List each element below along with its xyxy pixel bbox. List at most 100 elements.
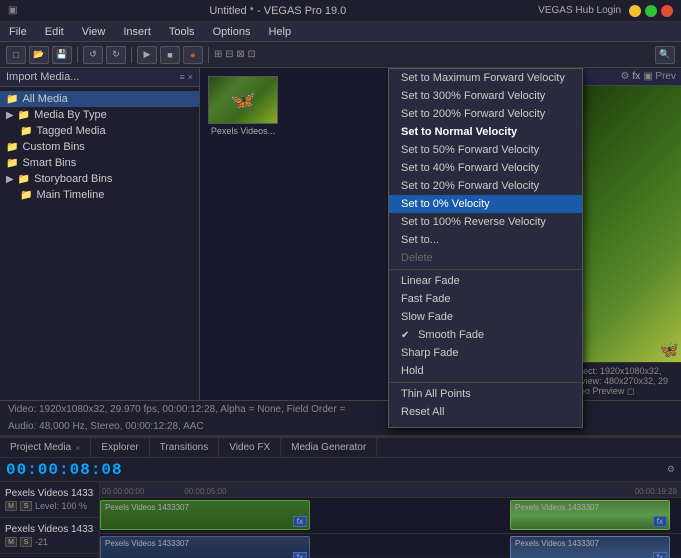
tree-item-custom-bins[interactable]: 📁 Custom Bins	[0, 139, 199, 155]
tab-video-fx[interactable]: Video FX	[219, 438, 281, 457]
media-tree: 📁 All Media ▶ 📁 Media By Type 📁 Tagged M…	[0, 87, 199, 400]
title-bar: ▣ Untitled * - VEGAS Pro 19.0 VEGAS Hub …	[0, 0, 681, 22]
track-label-2: Pexels Videos 1433307 M S -21	[0, 518, 99, 554]
preview-info-line3: Video Preview ◻	[567, 386, 676, 397]
ruler-mark-1: 00:00:05:00	[184, 487, 226, 496]
tree-item-all-media[interactable]: 📁 All Media	[0, 91, 199, 107]
right-panel-icon-gear[interactable]: ⚙	[620, 71, 629, 82]
timeline-ruler: 00:00:00:00 00:00:05:00 00:00:19:29	[100, 482, 681, 498]
ctx-20-fwd[interactable]: Set to 20% Forward Velocity	[389, 177, 582, 195]
clip-4-fx[interactable]: fx	[653, 552, 667, 558]
ctx-sharp-fade[interactable]: Sharp Fade	[389, 344, 582, 362]
track-1-solo[interactable]: S	[20, 501, 32, 511]
timeline-tabs: Project Media × Explorer Transitions Vid…	[0, 438, 681, 458]
track-2-controls: M S -21	[5, 537, 94, 547]
save-btn[interactable]: 💾	[52, 46, 72, 64]
search-btn[interactable]: 🔍	[655, 46, 675, 64]
expand-icon-2: ▶	[6, 174, 14, 185]
ctx-thin-all[interactable]: Reset All	[389, 403, 582, 421]
folder-icon-6: 📁	[18, 174, 30, 185]
menu-help[interactable]: Help	[263, 25, 296, 39]
clip-2[interactable]: Pexels Videos 1433307 fx	[510, 500, 670, 530]
ctx-linear-fade[interactable]: Linear Fade	[389, 272, 582, 290]
new-btn[interactable]: □	[6, 46, 26, 64]
track-label-1: Pexels Videos 1433307 M S Level: 100 %	[0, 482, 99, 518]
tab-explorer[interactable]: Explorer	[91, 438, 149, 457]
toolbar-extra: ⊞ ⊟ ⊠ ⊡	[214, 49, 256, 60]
tab-transitions[interactable]: Transitions	[150, 438, 220, 457]
folder-icon-7: 📁	[20, 190, 32, 201]
folder-icon-4: 📁	[6, 142, 18, 153]
clip-4[interactable]: Pexels Videos 1433307 fx	[510, 536, 670, 558]
ctx-smooth-fade[interactable]: ✔ Smooth Fade	[389, 326, 582, 344]
tab-close-icon[interactable]: ×	[75, 443, 80, 453]
maximize-btn[interactable]	[645, 5, 657, 17]
stop-btn[interactable]: ■	[160, 46, 180, 64]
tree-item-smart-bins[interactable]: 📁 Smart Bins	[0, 155, 199, 171]
undo-btn[interactable]: ↺	[83, 46, 103, 64]
timeline-icon-settings[interactable]: ⚙	[667, 464, 675, 475]
ctx-reset-all[interactable]	[389, 421, 582, 427]
clip-1-fx[interactable]: fx	[293, 516, 307, 527]
ctx-40-fwd[interactable]: Set to 40% Forward Velocity	[389, 159, 582, 177]
right-panel-icon-prev[interactable]: ▣ Prev	[643, 71, 676, 82]
menu-file[interactable]: File	[4, 25, 32, 39]
status-line1: Video: 1920x1080x32, 29.970 fps, 00:00:1…	[8, 404, 345, 415]
media-thumb-item[interactable]: 🦋 Pexels Videos...	[208, 76, 278, 136]
ctx-50-fwd[interactable]: Set to 50% Forward Velocity	[389, 141, 582, 159]
ctx-200-fwd[interactable]: Set to 200% Forward Velocity	[389, 105, 582, 123]
menu-tools[interactable]: Tools	[164, 25, 200, 39]
track-2-db: -21	[35, 537, 48, 547]
menu-options[interactable]: Options	[208, 25, 256, 39]
tree-item-media-by-type[interactable]: ▶ 📁 Media By Type	[0, 107, 199, 123]
panel-icon-2[interactable]: ×	[188, 72, 193, 82]
tree-item-main-timeline[interactable]: 📁 Main Timeline	[0, 187, 199, 203]
tab-media-generator[interactable]: Media Generator	[281, 438, 377, 457]
ctx-fast-fade[interactable]: Fast Fade	[389, 290, 582, 308]
ctx-normal-vel[interactable]: Set to Normal Velocity	[389, 123, 582, 141]
menu-view[interactable]: View	[77, 25, 111, 39]
clip-2-fx[interactable]: fx	[653, 516, 667, 527]
track-1-mute[interactable]: M	[5, 501, 17, 511]
panel-icons: ≡ ×	[179, 72, 193, 82]
clip-1[interactable]: Pexels Videos 1433307 fx	[100, 500, 310, 530]
ctx-max-fwd[interactable]: Set to Maximum Forward Velocity	[389, 69, 582, 87]
track-1-controls: M S Level: 100 %	[5, 501, 94, 511]
ctx-0-vel[interactable]: Set to 0% Velocity	[389, 195, 582, 213]
clip-3-fx[interactable]: fx	[293, 552, 307, 558]
record-btn[interactable]: ●	[183, 46, 203, 64]
folder-icon-3: 📁	[20, 126, 32, 137]
ctx-slow-fade[interactable]: Slow Fade	[389, 308, 582, 326]
menu-insert[interactable]: Insert	[118, 25, 156, 39]
clip-3[interactable]: Pexels Videos 1433307 fx	[100, 536, 310, 558]
context-menu: Set to Maximum Forward Velocity Set to 3…	[388, 68, 583, 428]
preview-butterfly: 🦋	[659, 340, 679, 360]
ctx-hold[interactable]: Hold	[389, 362, 582, 380]
ctx-300-fwd[interactable]: Set to 300% Forward Velocity	[389, 87, 582, 105]
track-2-name: Pexels Videos 1433307	[5, 524, 94, 535]
track-2-solo[interactable]: S	[20, 537, 32, 547]
play-btn[interactable]: ▶	[137, 46, 157, 64]
track-row-2: Pexels Videos 1433307 fx Pexels Videos 1…	[100, 534, 681, 558]
timecode-display: 00:00:08:08	[6, 461, 123, 479]
smooth-check-icon: ✔	[401, 330, 413, 341]
ctx-100-rev[interactable]: Set to 100% Reverse Velocity	[389, 213, 582, 231]
tab-project-media[interactable]: Project Media ×	[0, 438, 91, 457]
panel-icon-1[interactable]: ≡	[179, 72, 184, 82]
tree-item-storyboard-bins[interactable]: ▶ 📁 Storyboard Bins	[0, 171, 199, 187]
timeline-area: Project Media × Explorer Transitions Vid…	[0, 436, 681, 556]
timeline-header: 00:00:08:08 ⚙	[0, 458, 681, 482]
open-btn[interactable]: 📂	[29, 46, 49, 64]
folder-icon-2: 📁	[18, 110, 30, 121]
menu-edit[interactable]: Edit	[40, 25, 69, 39]
right-panel-icon-fx[interactable]: fx	[632, 71, 640, 82]
import-media-label: Import Media...	[6, 71, 79, 83]
ctx-set-to[interactable]: Set to...	[389, 231, 582, 249]
redo-btn[interactable]: ↻	[106, 46, 126, 64]
ctx-flip-all[interactable]: Thin All Points	[389, 385, 582, 403]
tree-item-tagged-media[interactable]: 📁 Tagged Media	[0, 123, 199, 139]
track-2-mute[interactable]: M	[5, 537, 17, 547]
close-btn[interactable]	[661, 5, 673, 17]
left-panel: Import Media... ≡ × 📁 All Media ▶ 📁 Medi…	[0, 68, 200, 400]
minimize-btn[interactable]	[629, 5, 641, 17]
